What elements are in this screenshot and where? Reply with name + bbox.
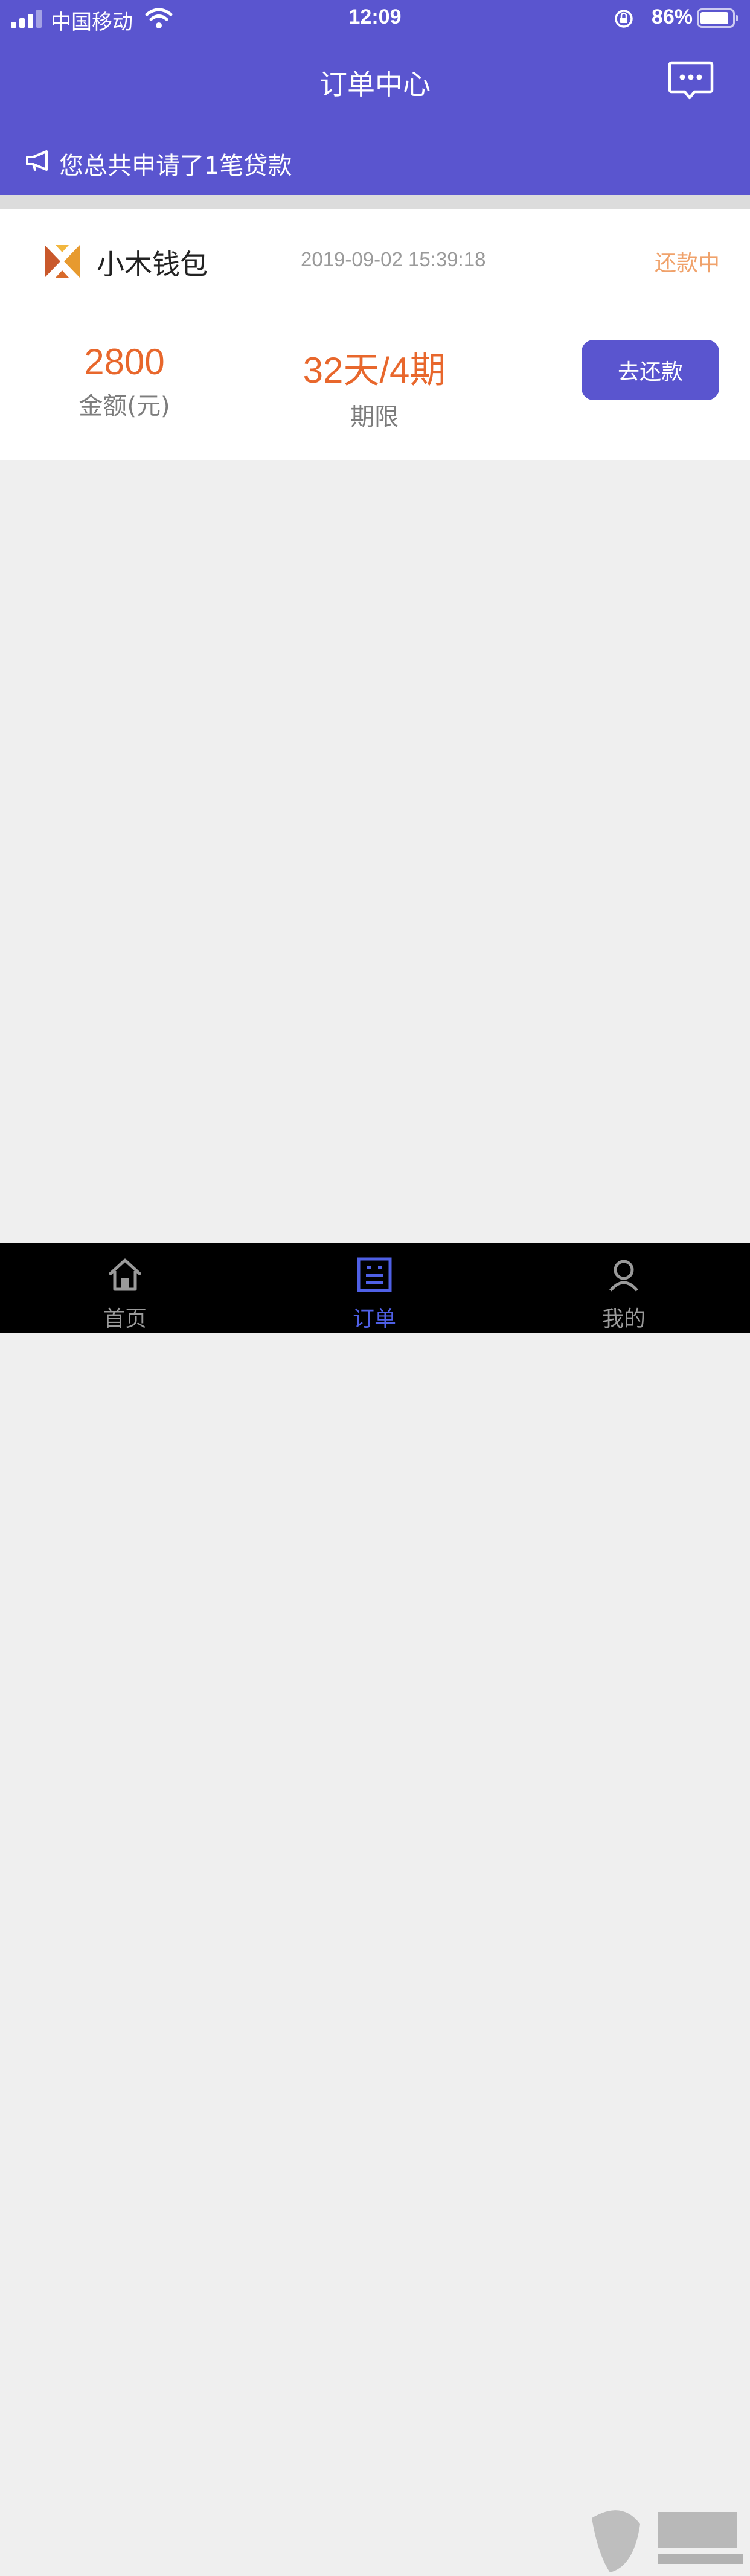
app-name: 小木钱包 [97, 248, 208, 281]
order-icon [357, 1257, 392, 1292]
app-logo-icon [45, 245, 80, 278]
user-icon [609, 1260, 638, 1292]
tab-order[interactable]: 订单 [314, 1243, 435, 1333]
watermark-logo-icon [592, 2510, 743, 2572]
message-bubble-icon[interactable] [668, 60, 714, 103]
page-title: 订单中心 [319, 68, 431, 101]
tab-order-label: 订单 [352, 1307, 396, 1331]
order-datetime: 2019-09-02 15:39:18 [301, 248, 486, 270]
term-label: 期限 [350, 403, 399, 431]
bottom-tab-bar: 首页 订单 我的 [0, 1243, 750, 2572]
loan-notice-text: 您总共申请了1笔贷款 [59, 152, 292, 180]
tab-mine[interactable]: 我的 [563, 1243, 684, 1333]
battery-icon [697, 8, 738, 28]
term-value: 32天/4期 [303, 350, 446, 391]
home-icon [109, 1258, 141, 1291]
amount-stat: 2800 金额(元) [58, 341, 191, 421]
section-divider [0, 195, 750, 209]
tab-mine-label: 我的 [601, 1307, 646, 1331]
order-card[interactable]: 小木钱包 2019-09-02 15:39:18 还款中 2800 金额(元) … [0, 209, 750, 460]
order-status: 还款中 [654, 251, 720, 276]
megaphone-icon [26, 150, 48, 171]
header-bar: 中国移动 12:09 86% 订单中心 您总共申请了1笔贷款 [0, 0, 750, 195]
tab-home-label: 首页 [103, 1307, 147, 1331]
amount-value: 2800 [84, 342, 165, 382]
tab-home[interactable]: 首页 [65, 1243, 185, 1333]
status-time: 12:09 [348, 5, 402, 28]
status-bar: 中国移动 12:09 86% [0, 0, 750, 36]
term-stat: 32天/4期 期限 [278, 341, 471, 432]
repay-button[interactable]: 去还款 [582, 340, 719, 400]
battery-percent: 86% [651, 5, 693, 28]
amount-label: 金额(元) [79, 392, 170, 420]
rotation-lock-icon [615, 10, 633, 28]
